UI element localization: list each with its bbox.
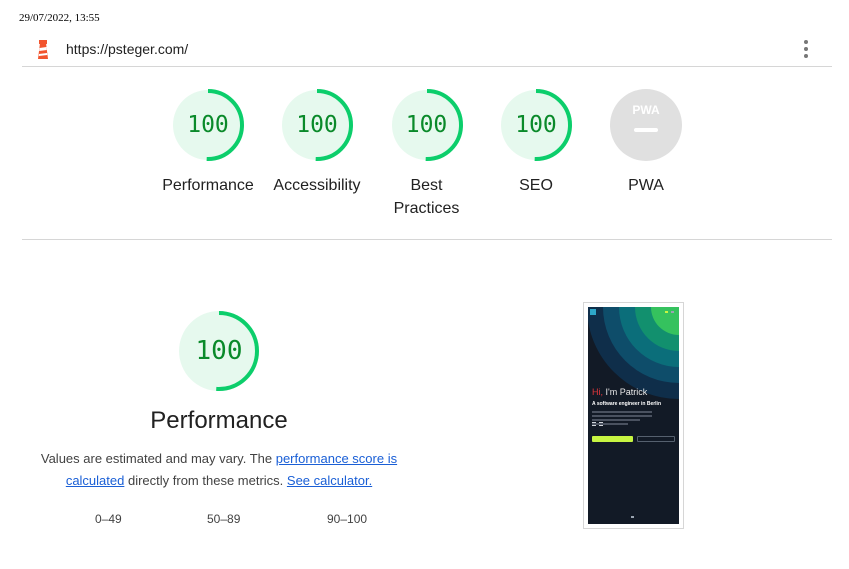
screenshot-secondary-button (637, 436, 675, 442)
gauge-seo[interactable]: 100 SEO (486, 88, 586, 197)
gauge-label: PWA (628, 177, 664, 194)
pwa-badge-icon: PWA (610, 89, 682, 161)
performance-score: 100 (195, 336, 243, 366)
legend-average: 50–89 (207, 512, 241, 526)
gauge-label: SEO (519, 177, 553, 194)
performance-gauge: 100 (178, 310, 260, 392)
lighthouse-icon (36, 39, 50, 59)
screenshot-screen: Hi, I'm Patrick A software engineer in B… (588, 307, 679, 524)
desc-text-2: directly from these metrics. (124, 473, 287, 488)
screenshot-primary-button (592, 436, 633, 442)
performance-title: Performance (150, 407, 288, 434)
screenshot-greeting: Hi, I'm Patrick (592, 387, 648, 397)
performance-description: Values are estimated and may vary. The p… (34, 448, 404, 492)
report-timestamp: 29/07/2022, 13:55 (19, 12, 100, 24)
gauge-best-practices[interactable]: 100 Best Practices (376, 88, 477, 220)
gauge-score: 100 (515, 112, 557, 138)
gauge-performance[interactable]: 100 Performance (158, 88, 258, 197)
gauge-label: Accessibility (273, 177, 361, 194)
legend-fail: 0–49 (95, 512, 122, 526)
gauge-score: 100 (187, 112, 229, 138)
gauge-score: 100 (296, 112, 338, 138)
more-options-icon[interactable] (802, 39, 810, 61)
desc-text-1: Values are estimated and may vary. The (40, 451, 276, 466)
gauge-label: Performance (162, 177, 254, 194)
section-divider (22, 239, 832, 240)
gauge-pwa[interactable]: PWA PWA (596, 88, 696, 197)
screenshot-tagline: A software engineer in Berlin (592, 401, 661, 407)
gauge-label: Best Practices (393, 177, 460, 217)
gauge-accessibility[interactable]: 100 Accessibility (267, 88, 367, 197)
report-url[interactable]: https://psteger.com/ (66, 41, 188, 57)
legend-pass: 90–100 (327, 512, 368, 526)
final-screenshot[interactable]: Hi, I'm Patrick A software engineer in B… (583, 302, 684, 529)
see-calculator-link[interactable]: See calculator. (287, 473, 372, 488)
url-bar: https://psteger.com/ (22, 32, 832, 67)
screenshot-paragraph (592, 411, 652, 427)
pwa-badge-text: PWA (632, 103, 660, 117)
gauge-score: 100 (405, 112, 448, 138)
